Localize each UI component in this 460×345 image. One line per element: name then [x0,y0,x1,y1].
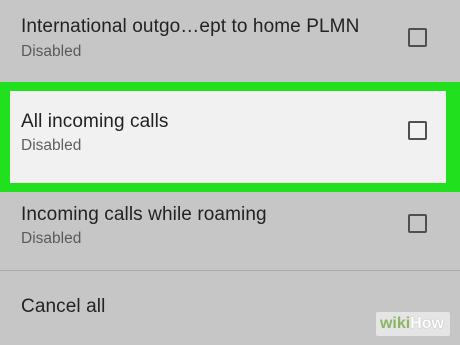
wikihow-watermark: wiki How [375,312,450,336]
list-item-summary: Disabled [21,137,82,154]
list-item-title: International outgo…ept to home PLMN [21,16,360,37]
list-item-all-incoming-calls[interactable]: All incoming calls Disabled [10,91,446,183]
list-item-summary: Disabled [21,43,82,60]
list-item-title: Incoming calls while roaming [21,204,267,225]
cancel-all-label: Cancel all [21,296,106,317]
watermark-wiki: wiki [379,315,411,332]
checkbox[interactable] [408,214,427,233]
list-item-title: All incoming calls [21,111,169,132]
checkbox[interactable] [408,28,427,47]
checkbox[interactable] [408,121,427,140]
list-item-incoming-calls-roaming[interactable]: Incoming calls while roaming Disabled [0,192,460,270]
list-item-international-outgoing[interactable]: International outgo…ept to home PLMN Dis… [0,0,460,82]
call-barring-list: International outgo…ept to home PLMN Dis… [0,0,460,345]
list-item-summary: Disabled [21,230,82,247]
watermark-how: How [410,315,444,332]
